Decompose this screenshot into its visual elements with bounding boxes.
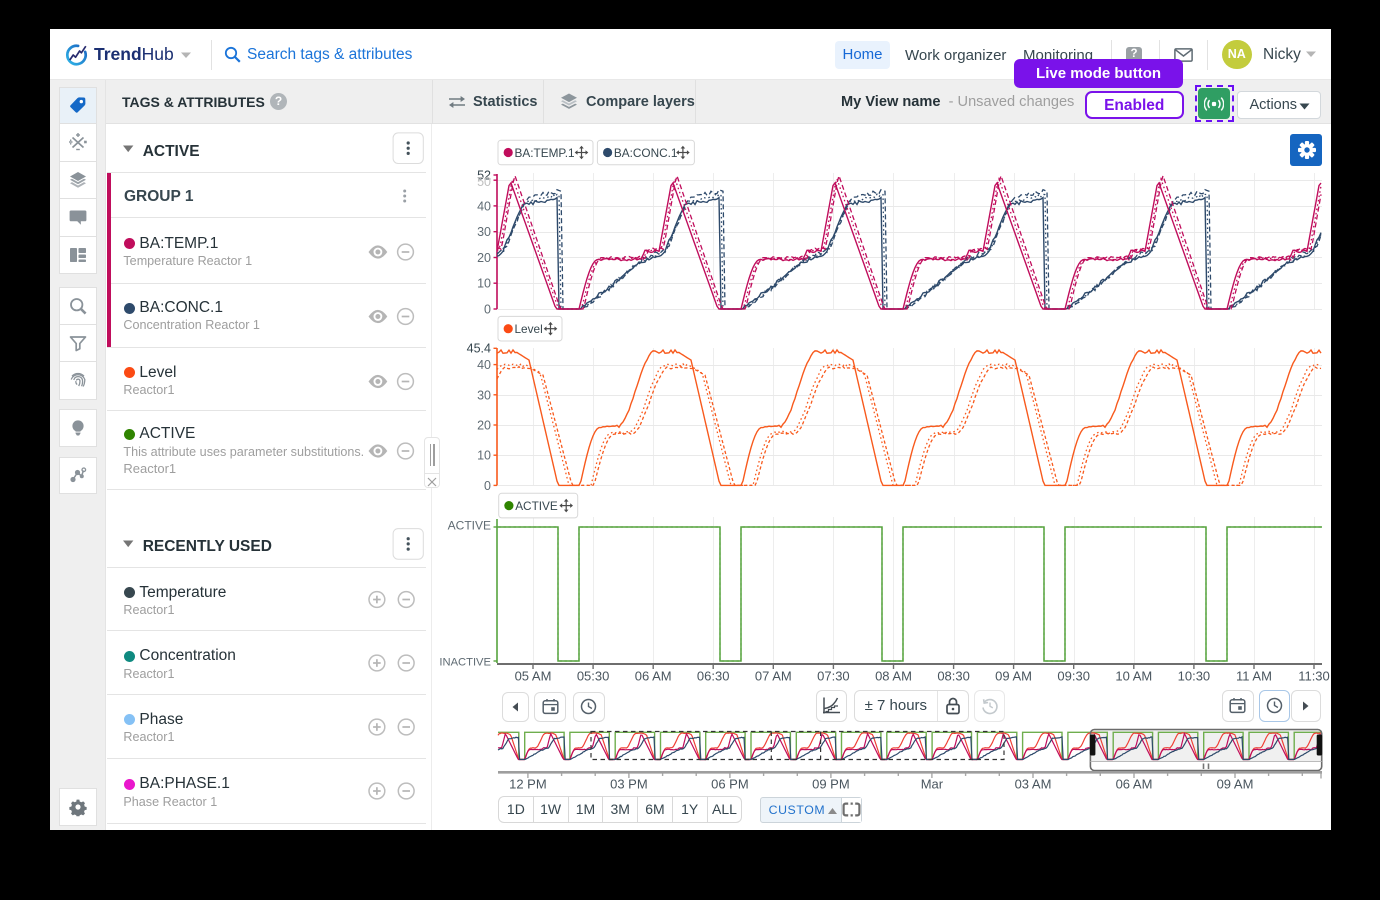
svg-text:10: 10: [477, 449, 491, 463]
svg-text:Level: Level: [515, 322, 543, 336]
svg-text:20: 20: [477, 419, 491, 433]
svg-text:09:30: 09:30: [1057, 669, 1090, 684]
svg-text:03 AM: 03 AM: [1015, 777, 1052, 792]
svg-text:09 AM: 09 AM: [995, 669, 1032, 684]
svg-text:Mar: Mar: [921, 777, 944, 792]
svg-text:11 AM: 11 AM: [1236, 669, 1272, 684]
svg-text:BA:TEMP.1: BA:TEMP.1: [515, 146, 575, 160]
svg-text:06:30: 06:30: [697, 669, 730, 684]
svg-text:ACTIVE: ACTIVE: [515, 499, 558, 513]
svg-text:12 PM: 12 PM: [509, 777, 547, 792]
svg-text:45.4: 45.4: [467, 342, 491, 356]
svg-text:10:30: 10:30: [1178, 669, 1211, 684]
svg-text:40: 40: [477, 199, 491, 213]
svg-text:20: 20: [477, 251, 491, 265]
svg-text:0: 0: [484, 479, 491, 493]
svg-text:05:30: 05:30: [577, 669, 610, 684]
svg-text:0: 0: [484, 303, 491, 317]
svg-text:05 AM: 05 AM: [515, 669, 552, 684]
svg-text:40: 40: [477, 358, 491, 372]
svg-text:BA:CONC.1: BA:CONC.1: [614, 146, 678, 160]
svg-text:07 AM: 07 AM: [755, 669, 792, 684]
svg-text:08 AM: 08 AM: [875, 669, 912, 684]
svg-text:09 PM: 09 PM: [812, 777, 850, 792]
svg-text:07:30: 07:30: [817, 669, 850, 684]
svg-text:03 PM: 03 PM: [610, 777, 648, 792]
svg-text:09 AM: 09 AM: [1217, 777, 1254, 792]
svg-text:30: 30: [477, 225, 491, 239]
svg-text:ACTIVE: ACTIVE: [448, 519, 491, 533]
svg-text:10: 10: [477, 277, 491, 291]
svg-text:08:30: 08:30: [937, 669, 970, 684]
svg-text:06 PM: 06 PM: [711, 777, 749, 792]
svg-text:06 AM: 06 AM: [635, 669, 672, 684]
svg-text:30: 30: [477, 388, 491, 402]
svg-text:50: 50: [477, 175, 491, 189]
svg-text:10 AM: 10 AM: [1115, 669, 1152, 684]
svg-text:06 AM: 06 AM: [1116, 777, 1153, 792]
svg-text:INACTIVE: INACTIVE: [439, 656, 491, 668]
svg-text:11:30: 11:30: [1298, 669, 1330, 684]
